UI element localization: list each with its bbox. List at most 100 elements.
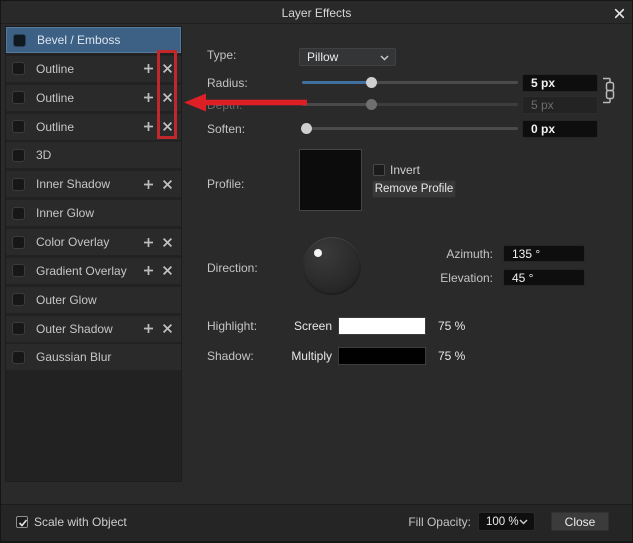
azimuth-label: Azimuth:: [446, 246, 493, 261]
shadow-color-swatch[interactable]: [338, 347, 426, 365]
effect-item-outline[interactable]: Outline: [6, 55, 181, 82]
effect-item-label: Bevel / Emboss: [37, 33, 121, 47]
effect-item-color-overlay[interactable]: Color Overlay: [6, 229, 181, 255]
soften-input[interactable]: 0 px: [522, 120, 598, 138]
invert-checkbox[interactable]: [373, 164, 385, 176]
depth-input: 5 px: [522, 96, 598, 114]
slider-track[interactable]: [302, 127, 518, 130]
effect-item-label: 3D: [36, 148, 52, 163]
add-effect-instance-icon[interactable]: [143, 179, 154, 190]
dialog-titlebar: Layer Effects: [1, 1, 632, 24]
soften-slider-handle[interactable]: [300, 123, 312, 134]
direction-dial[interactable]: [303, 237, 361, 295]
effect-enabled-checkbox[interactable]: [12, 62, 25, 76]
add-effect-instance-icon[interactable]: [143, 63, 154, 74]
depth-slider-handle: [366, 99, 378, 110]
check-icon: [18, 518, 27, 527]
shadow-blend-mode[interactable]: Multiply: [291, 349, 332, 363]
chevron-down-icon: [519, 519, 528, 525]
effect-item-inner-glow[interactable]: Inner Glow: [6, 200, 181, 227]
link-values-icon[interactable]: [601, 77, 617, 104]
effect-item-label: Inner Shadow: [36, 177, 111, 192]
effect-item-label: Outer Glow: [36, 292, 97, 307]
effect-item-gradient-overlay[interactable]: Gradient Overlay: [6, 257, 181, 284]
effect-enabled-checkbox[interactable]: [12, 235, 25, 249]
type-label: Type:: [207, 48, 237, 62]
add-effect-instance-icon[interactable]: [143, 265, 154, 276]
effect-enabled-checkbox[interactable]: [13, 33, 26, 47]
effect-enabled-checkbox[interactable]: [12, 264, 25, 278]
remove-profile-button[interactable]: Remove Profile: [372, 180, 456, 198]
highlight-blend-mode[interactable]: Screen: [294, 319, 332, 333]
effect-item-label: Gradient Overlay: [36, 263, 127, 278]
highlight-opacity[interactable]: 75 %: [438, 319, 465, 333]
effect-item-bevel-emboss[interactable]: Bevel / Emboss: [6, 27, 181, 53]
fill-opacity-dropdown[interactable]: 100 %: [478, 512, 535, 531]
fill-opacity-label: Fill Opacity:: [408, 515, 471, 529]
profile-label: Profile:: [207, 177, 245, 191]
type-dropdown[interactable]: Pillow: [299, 48, 396, 66]
effects-list-panel: Bevel / Emboss Outline Outline Outline 3D Inn…: [5, 26, 182, 482]
dialog-footer: Scale with Object Fill Opacity: 100 % Cl…: [1, 504, 632, 541]
close-button[interactable]: Close: [551, 512, 609, 531]
effect-item-label: Gaussian Blur: [36, 350, 112, 365]
azimuth-input[interactable]: 135 °: [503, 245, 585, 262]
scale-with-object-label: Scale with Object: [34, 515, 127, 529]
add-effect-instance-icon[interactable]: [143, 92, 154, 103]
effect-item-label: Outline: [36, 90, 75, 105]
depth-slider: [302, 99, 518, 111]
effect-enabled-checkbox[interactable]: [12, 148, 25, 162]
annotation-arrow: [184, 93, 307, 112]
soften-slider[interactable]: [300, 123, 518, 135]
elevation-input[interactable]: 45 °: [503, 269, 585, 286]
direction-label: Direction:: [207, 260, 258, 275]
effect-item-outline[interactable]: Outline: [6, 84, 181, 111]
effect-item-outer-shadow[interactable]: Outer Shadow: [6, 315, 181, 342]
remove-effect-instance-icon[interactable]: [162, 265, 173, 276]
profile-thumbnail[interactable]: [299, 149, 362, 211]
invert-label: Invert: [390, 163, 421, 177]
radius-label: Radius:: [207, 75, 248, 90]
effect-item-label: Outer Shadow: [36, 321, 113, 336]
remove-effect-instance-icon[interactable]: [162, 323, 173, 334]
annotation-rectangle: [157, 50, 177, 139]
effect-item-label: Inner Glow: [36, 206, 95, 221]
highlight-color-swatch[interactable]: [338, 317, 426, 335]
effect-enabled-checkbox[interactable]: [12, 177, 25, 191]
slider-fill: [302, 103, 372, 106]
effect-item-3d[interactable]: 3D: [6, 142, 181, 169]
remove-effect-instance-icon[interactable]: [162, 237, 173, 248]
radius-slider-handle[interactable]: [366, 77, 378, 88]
effect-enabled-checkbox[interactable]: [12, 120, 25, 134]
add-effect-instance-icon[interactable]: [143, 121, 154, 132]
shadow-opacity[interactable]: 75 %: [438, 349, 465, 363]
scale-with-object-checkbox[interactable]: [16, 516, 28, 528]
effect-enabled-checkbox[interactable]: [12, 322, 25, 335]
effect-enabled-checkbox[interactable]: [12, 350, 25, 364]
dialog-close-button[interactable]: [610, 4, 628, 22]
effect-item-label: Outline: [36, 61, 75, 76]
shadow-label: Shadow:: [207, 349, 254, 363]
effect-item-gaussian-blur[interactable]: Gaussian Blur: [6, 344, 181, 371]
effect-item-inner-shadow[interactable]: Inner Shadow: [6, 171, 181, 198]
elevation-label: Elevation:: [440, 270, 493, 285]
effect-item-outer-glow[interactable]: Outer Glow: [6, 286, 181, 313]
effect-enabled-checkbox[interactable]: [12, 91, 25, 105]
radius-slider[interactable]: [302, 77, 518, 89]
effect-item-outline[interactable]: Outline: [6, 113, 181, 140]
layer-effects-dialog: Layer Effects Bevel / Emboss Outline Outli…: [0, 0, 633, 543]
fill-opacity-value: 100 %: [486, 515, 519, 528]
highlight-label: Highlight:: [207, 319, 258, 333]
add-effect-instance-icon[interactable]: [143, 237, 154, 248]
effect-enabled-checkbox[interactable]: [12, 293, 25, 307]
add-effect-instance-icon[interactable]: [143, 323, 154, 334]
effect-item-label: Outline: [36, 119, 75, 134]
effect-enabled-checkbox[interactable]: [12, 206, 25, 220]
direction-dial-dot[interactable]: [314, 249, 322, 257]
chevron-down-icon: [380, 55, 389, 60]
effect-item-label: Color Overlay: [36, 235, 110, 249]
slider-fill: [302, 81, 372, 84]
soften-label: Soften:: [207, 121, 246, 136]
radius-input[interactable]: 5 px: [522, 74, 598, 92]
remove-effect-instance-icon[interactable]: [162, 179, 173, 190]
